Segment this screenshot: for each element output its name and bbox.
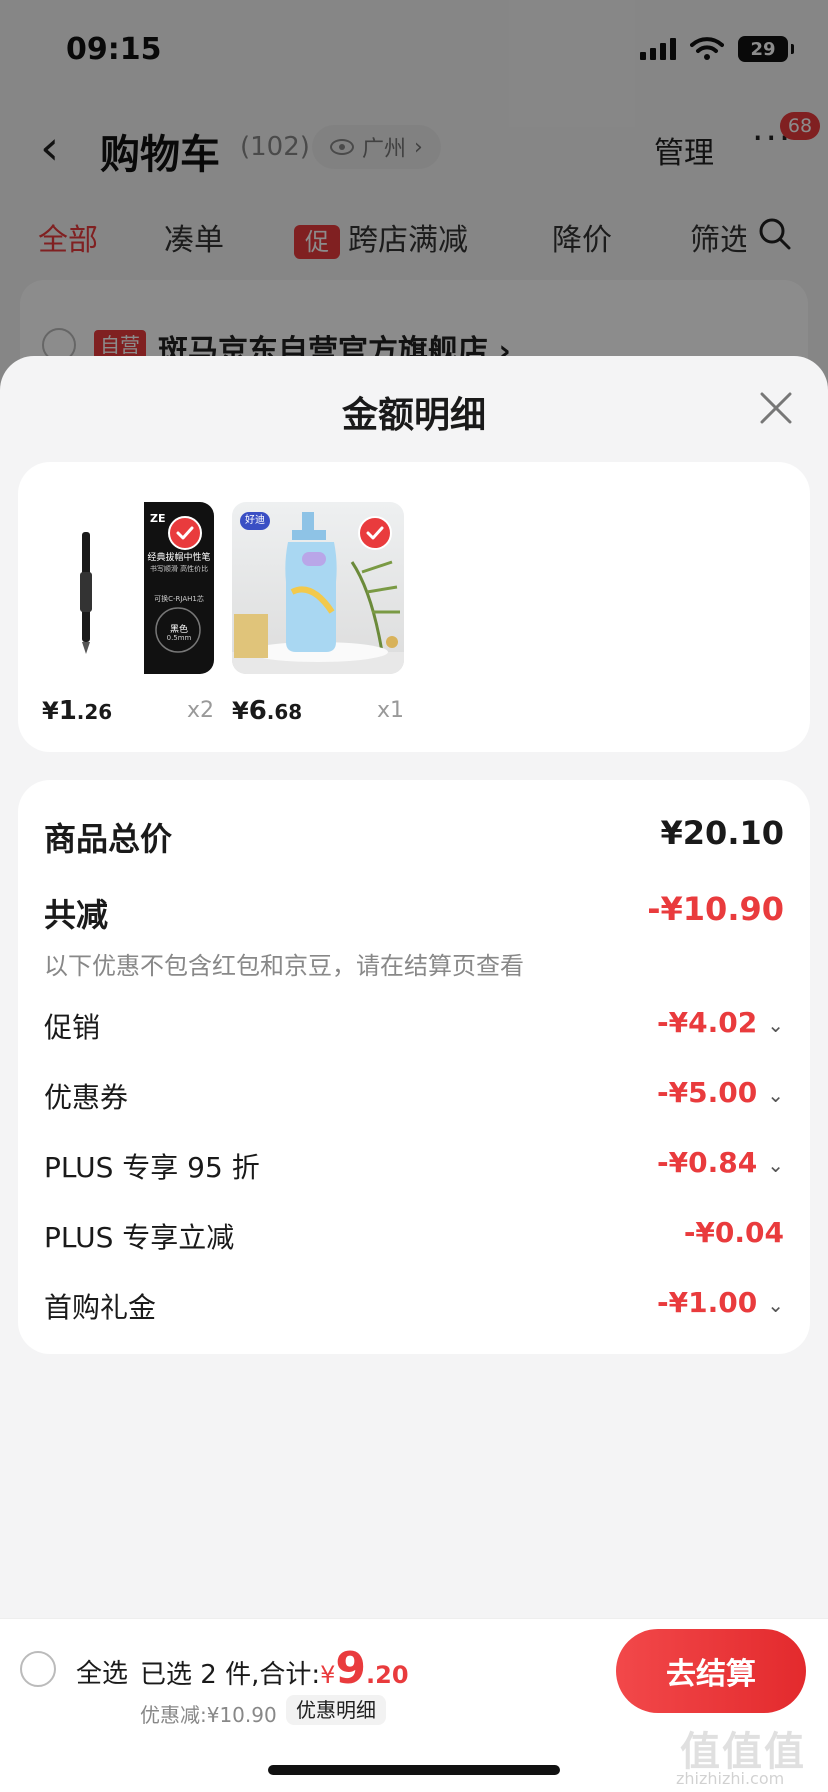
subtotal-value: ¥20.10 xyxy=(660,814,784,852)
product-quantity: x2 xyxy=(186,698,214,723)
product-item[interactable]: ZE 经典拔帽中性笔 书写顺滑 高性价比 可换C-RJAH1芯 黑色 0.5mm… xyxy=(42,502,214,726)
sheet-title: 金额明细 xyxy=(341,395,486,436)
total-integer: 9 xyxy=(335,1643,367,1694)
price-integer: 1 xyxy=(58,696,77,726)
shampoo-brand: 好迪 xyxy=(240,512,270,530)
promo-amount: -¥4.02 xyxy=(657,1006,758,1039)
price-currency: ¥ xyxy=(232,697,249,725)
pen-image-subtitle: 书写顺滑 高性价比 xyxy=(149,565,209,573)
pen-image-title: 经典拔帽中性笔 xyxy=(147,553,211,563)
plus95-label: PLUS 专享 95 折 xyxy=(44,1151,260,1184)
chevron-down-icon: ⌄ xyxy=(767,1153,784,1177)
price-integer: 6 xyxy=(248,696,267,726)
first-buy-amount: -¥1.00 xyxy=(657,1286,758,1319)
chevron-down-icon: ⌄ xyxy=(767,1013,784,1037)
close-icon[interactable] xyxy=(756,388,796,428)
amount-detail-sheet: 金额明细 ZE 经典拔帽中性笔 书写顺滑 高性价比 可换C-RJAH1芯 黑色 … xyxy=(0,356,828,1618)
product-item[interactable]: 好迪 ¥6.68 x1 xyxy=(232,502,404,726)
promo-value: -¥4.02 ⌄ xyxy=(657,1006,784,1039)
pen-image-size: 0.5mm xyxy=(166,634,192,642)
chevron-down-icon: ⌄ xyxy=(767,1293,784,1317)
checkmark-icon[interactable] xyxy=(168,516,202,550)
total-currency: ¥ xyxy=(320,1661,336,1689)
first-buy-label: 首购礼金 xyxy=(44,1291,157,1324)
checkmark-icon[interactable] xyxy=(358,516,392,550)
product-price: ¥1.26 xyxy=(42,696,112,726)
product-image: 好迪 xyxy=(232,502,404,674)
product-image: ZE 经典拔帽中性笔 书写顺滑 高性价比 可换C-RJAH1芯 黑色 0.5mm xyxy=(42,502,214,674)
product-quantity: x1 xyxy=(376,698,404,723)
price-currency: ¥ xyxy=(42,697,59,725)
product-price: ¥6.68 xyxy=(232,696,302,726)
totals-card: 商品总价 ¥20.10 共减 -¥10.90 以下优惠不包含红包和京豆，请在结算… xyxy=(18,780,810,1354)
summary-prefix: 已选 2 件,合计: xyxy=(140,1660,321,1690)
first-buy-value: -¥1.00 ⌄ xyxy=(657,1286,784,1319)
plus95-amount: -¥0.84 xyxy=(657,1146,758,1179)
discount-detail-link[interactable]: 优惠明细 xyxy=(286,1695,386,1725)
watermark-url: zhizhizhi.com xyxy=(676,1769,785,1788)
coupon-value: -¥5.00 ⌄ xyxy=(657,1076,784,1109)
discount-note: 以下优惠不包含红包和京豆，请在结算页查看 xyxy=(44,952,524,980)
pen-image-refill: 可换C-RJAH1芯 xyxy=(154,595,204,603)
plus-off-value: -¥0.04 xyxy=(683,1216,784,1249)
total-discount-label: 共减 xyxy=(44,896,109,934)
total-decimal: .20 xyxy=(366,1661,409,1689)
total-discount-value: -¥10.90 xyxy=(647,890,784,928)
checkout-button[interactable]: 去结算 xyxy=(616,1629,806,1713)
chevron-down-icon: ⌄ xyxy=(767,1083,784,1107)
products-card: ZE 经典拔帽中性笔 书写顺滑 高性价比 可换C-RJAH1芯 黑色 0.5mm… xyxy=(18,462,810,752)
promo-label: 促销 xyxy=(44,1011,101,1044)
plus95-value: -¥0.84 ⌄ xyxy=(657,1146,784,1179)
subtotal-label: 商品总价 xyxy=(44,820,173,858)
coupon-amount: -¥5.00 xyxy=(657,1076,758,1109)
discount-summary: 优惠减:¥10.90 xyxy=(140,1703,277,1727)
order-summary: 已选 2 件,合计:¥9.20 xyxy=(140,1643,409,1694)
coupon-label: 优惠券 xyxy=(44,1081,129,1114)
checkout-bar: 全选 已选 2 件,合计:¥9.20 优惠减:¥10.90 优惠明细 去结算 值… xyxy=(0,1618,828,1792)
select-all-label[interactable]: 全选 xyxy=(76,1653,128,1690)
home-indicator[interactable] xyxy=(268,1765,560,1775)
price-decimal: .26 xyxy=(76,700,113,724)
select-all-checkbox[interactable] xyxy=(20,1651,56,1687)
plus-off-label: PLUS 专享立减 xyxy=(44,1221,235,1254)
pen-brand: ZE xyxy=(150,512,166,525)
price-decimal: .68 xyxy=(266,700,303,724)
